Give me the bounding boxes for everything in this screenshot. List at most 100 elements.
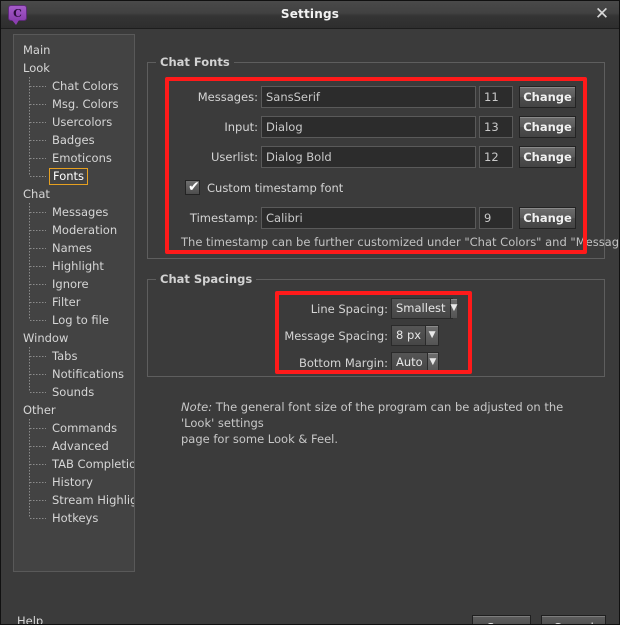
timestamp-font-size-input[interactable]: 9: [479, 207, 513, 229]
sidebar-item-commands[interactable]: Commands: [14, 419, 134, 437]
close-icon[interactable]: ✕: [591, 4, 613, 25]
tree-list: Main Look Chat Colors Msg. Colors Usercolors…: [14, 35, 134, 527]
note-line1: The general font size of the program can…: [181, 400, 564, 430]
line-spacing-value: Smallest: [396, 301, 446, 315]
sidebar-item-chat[interactable]: Chat: [14, 185, 134, 203]
tree-horizontal-connector: [30, 428, 46, 429]
sidebar-item-label: Commands: [52, 421, 118, 435]
sidebar-item-label: Chat Colors: [52, 79, 119, 93]
sidebar-item-msg-colors[interactable]: Msg. Colors: [14, 95, 134, 113]
bottom-margin-select[interactable]: Auto ▼: [391, 352, 439, 373]
sidebar-item-label: Fonts: [49, 168, 89, 185]
chat-fonts-group-title: Chat Fonts: [156, 55, 234, 69]
sidebar-item-stream-highlights[interactable]: Stream Highlights: [14, 491, 134, 509]
bottom-margin-label: Bottom Margin:: [299, 356, 388, 370]
line-spacing-label: Line Spacing:: [310, 302, 388, 316]
sidebar-item-tab-completion[interactable]: TAB Completion: [14, 455, 134, 473]
custom-timestamp-font-label: Custom timestamp font: [207, 181, 344, 195]
sidebar-item-label: Log to file: [52, 313, 109, 327]
settings-navigation-tree[interactable]: Main Look Chat Colors Msg. Colors Usercolors…: [13, 34, 135, 572]
chat-spacings-group-title: Chat Spacings: [156, 272, 257, 286]
input-font-input[interactable]: Dialog: [261, 116, 476, 138]
tree-horizontal-connector: [30, 446, 46, 447]
help-link[interactable]: Help: [17, 614, 43, 624]
bottom-margin-row: Bottom Margin: Auto ▼: [291, 352, 466, 374]
sidebar-item-chat-colors[interactable]: Chat Colors: [14, 77, 134, 95]
userlist-font-size-input[interactable]: 12: [479, 146, 513, 168]
sidebar-item-look[interactable]: Look: [14, 59, 134, 77]
tree-vertical-connector: [29, 383, 30, 392]
messages-font-change-button[interactable]: Change: [519, 86, 576, 108]
title-bar: C Settings ✕: [1, 1, 619, 29]
userlist-font-row: Userlist: Dialog Bold 12 Change: [191, 146, 576, 168]
sidebar-item-label: History: [52, 475, 93, 489]
timestamp-hint-text: The timestamp can be further customized …: [181, 235, 620, 249]
sidebar-item-log-to-file[interactable]: Log to file: [14, 311, 134, 329]
sidebar-item-notifications[interactable]: Notifications: [14, 365, 134, 383]
sidebar-item-badges[interactable]: Badges: [14, 131, 134, 149]
sidebar-item-main[interactable]: Main: [14, 41, 134, 59]
app-icon: C: [8, 5, 27, 25]
custom-timestamp-font-checkbox[interactable]: ✔: [185, 179, 200, 195]
tree-horizontal-connector: [30, 302, 46, 303]
save-button[interactable]: Save: [472, 615, 531, 624]
sidebar-item-tabs[interactable]: Tabs: [14, 347, 134, 365]
timestamp-font-row: Timestamp: Calibri 9 Change: [190, 207, 576, 229]
sidebar-item-label: Emoticons: [52, 151, 112, 165]
tree-horizontal-connector: [30, 392, 46, 393]
sidebar-item-moderation[interactable]: Moderation: [14, 221, 134, 239]
input-font-size-input[interactable]: 13: [479, 116, 513, 138]
sidebar-item-label: Msg. Colors: [52, 97, 119, 111]
sidebar-item-window[interactable]: Window: [14, 329, 134, 347]
userlist-font-input[interactable]: Dialog Bold: [261, 146, 476, 168]
tree-horizontal-connector: [30, 248, 46, 249]
message-spacing-select[interactable]: 8 px ▼: [391, 325, 439, 346]
sidebar-item-other[interactable]: Other: [14, 401, 134, 419]
sidebar-item-history[interactable]: History: [14, 473, 134, 491]
input-font-label: Input:: [224, 120, 258, 134]
sidebar-item-label: Notifications: [52, 367, 124, 381]
sidebar-item-label: Filter: [52, 295, 81, 309]
sidebar-item-advanced[interactable]: Advanced: [14, 437, 134, 455]
sidebar-item-filter[interactable]: Filter: [14, 293, 134, 311]
tree-horizontal-connector: [30, 176, 46, 177]
sidebar-item-label: Messages: [52, 205, 109, 219]
note-line2: page for some Look & Feel.: [181, 432, 339, 446]
sidebar-item-label: Usercolors: [52, 115, 113, 129]
chevron-down-icon[interactable]: ▼: [449, 299, 458, 318]
sidebar-item-emoticons[interactable]: Emoticons: [14, 149, 134, 167]
messages-font-size-input[interactable]: 11: [479, 86, 513, 108]
save-rest: ave: [494, 621, 516, 624]
note-prefix: Note:: [181, 400, 213, 414]
sidebar-item-names[interactable]: Names: [14, 239, 134, 257]
sidebar-item-sounds[interactable]: Sounds: [14, 383, 134, 401]
tree-horizontal-connector: [30, 482, 46, 483]
line-spacing-select[interactable]: Smallest ▼: [391, 298, 458, 319]
userlist-font-change-button[interactable]: Change: [519, 146, 576, 168]
timestamp-font-change-button[interactable]: Change: [519, 207, 576, 229]
sidebar-item-usercolors[interactable]: Usercolors: [14, 113, 134, 131]
tree-horizontal-connector: [30, 212, 46, 213]
sidebar-item-fonts[interactable]: Fonts: [14, 167, 134, 185]
tree-vertical-connector: [29, 311, 30, 320]
settings-window: C Settings ✕ Main Look Chat Colors Msg. Col…: [0, 0, 620, 625]
sidebar-item-label: Chat: [23, 187, 50, 201]
tree-horizontal-connector: [30, 374, 46, 375]
chevron-down-icon[interactable]: ▼: [425, 326, 438, 345]
sidebar-item-messages[interactable]: Messages: [14, 203, 134, 221]
sidebar-item-ignore[interactable]: Ignore: [14, 275, 134, 293]
sidebar-item-highlight[interactable]: Highlight: [14, 257, 134, 275]
messages-font-input[interactable]: SansSerif: [261, 86, 476, 108]
sidebar-item-label: Hotkeys: [52, 511, 99, 525]
sidebar-item-label: Other: [23, 403, 56, 417]
input-font-change-button[interactable]: Change: [519, 116, 576, 138]
sidebar-item-label: Highlight: [52, 259, 104, 273]
timestamp-font-input[interactable]: Calibri: [261, 207, 476, 229]
message-spacing-value: 8 px: [396, 328, 422, 342]
sidebar-item-label: Sounds: [52, 385, 95, 399]
tree-horizontal-connector: [30, 356, 46, 357]
chevron-down-icon[interactable]: ▼: [426, 353, 438, 372]
sidebar-item-label: Stream Highlights: [52, 493, 134, 507]
sidebar-item-hotkeys[interactable]: Hotkeys: [14, 509, 134, 527]
cancel-button[interactable]: Cancel: [541, 615, 606, 624]
